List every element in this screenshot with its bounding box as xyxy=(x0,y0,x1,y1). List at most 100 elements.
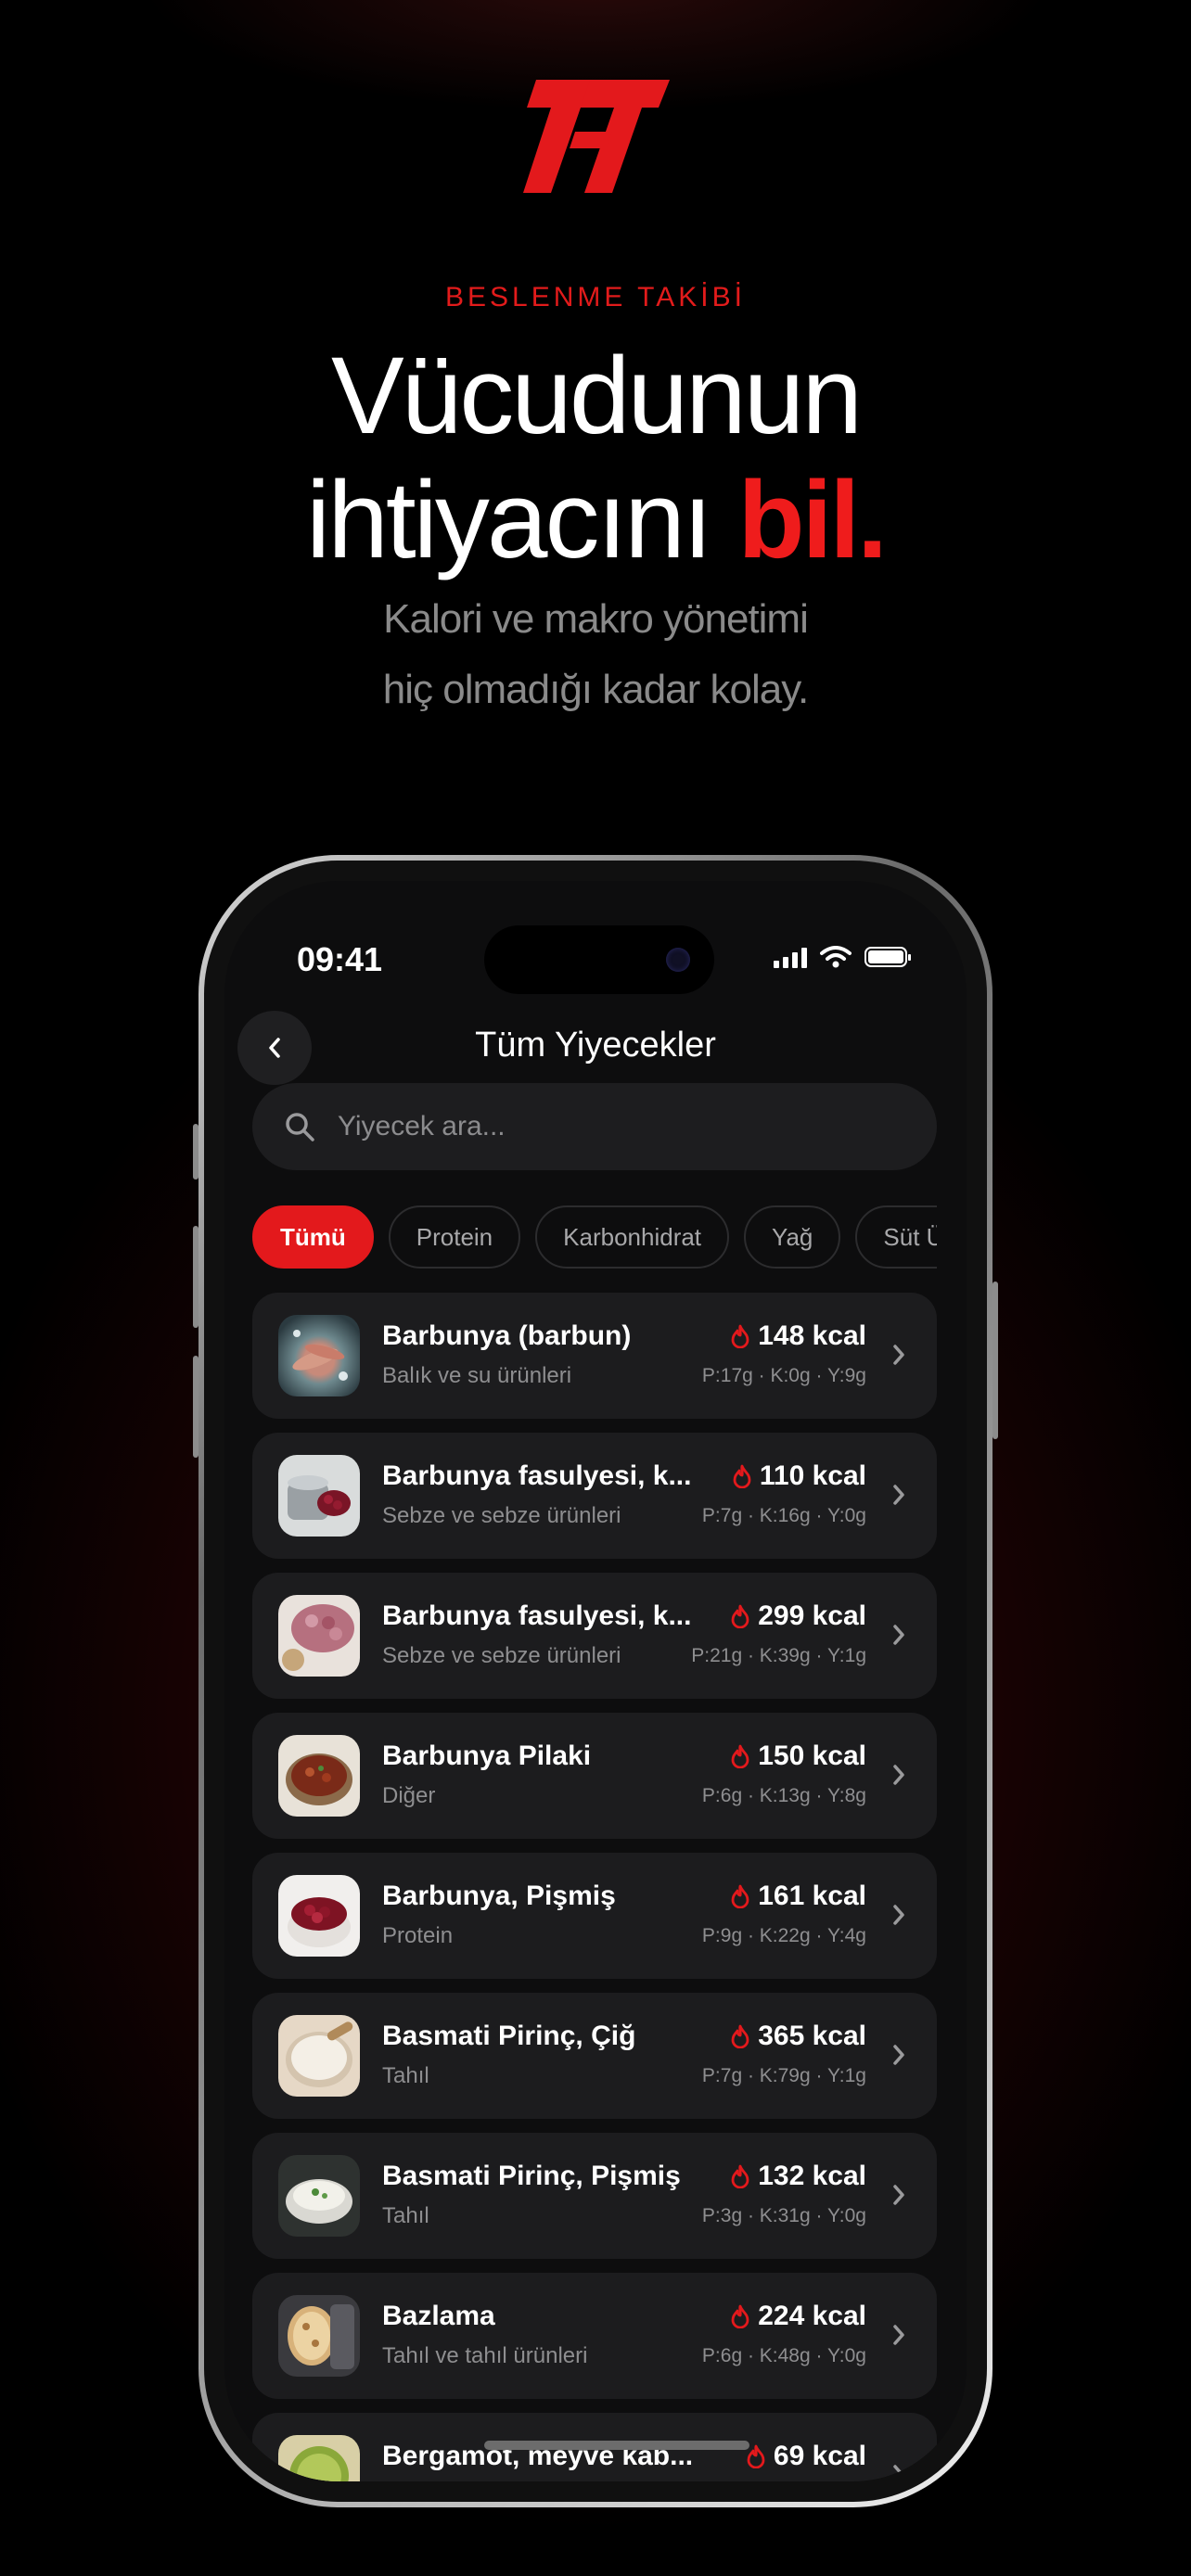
food-kcal: 224 kcal xyxy=(730,2301,866,2332)
chip-yag[interactable]: Yağ xyxy=(744,1205,841,1269)
search-icon xyxy=(286,1113,314,1141)
food-macros: P:17g · K:0g · Y:9g xyxy=(701,1365,866,1386)
food-macros: P:21g · K:39g · Y:1g xyxy=(691,1645,866,1666)
food-thumbnail xyxy=(278,2015,360,2097)
power-button xyxy=(992,1282,998,1439)
chevron-right-icon xyxy=(893,2185,904,2205)
flame-icon xyxy=(731,1604,749,1628)
status-time: 09:41 xyxy=(297,940,383,978)
headline-line-1: Vücudunun xyxy=(330,335,863,457)
food-item-basmati-pismis[interactable]: Basmati Pirinç, Pişmiş Tahıl 132 kcal P:… xyxy=(252,2133,937,2259)
flame-icon xyxy=(731,2024,749,2048)
eyebrow-label: BESLENME TAKİBİ xyxy=(445,282,746,312)
food-name: Basmati Pirinç, Çiğ xyxy=(382,2021,636,2051)
brand-logo-icon xyxy=(523,80,670,193)
food-name: Basmati Pirinç, Pişmiş xyxy=(382,2161,681,2191)
food-item-bazlama[interactable]: Bazlama Tahıl ve tahıl ürünleri 224 kcal… xyxy=(252,2273,937,2399)
status-icons xyxy=(774,946,911,968)
food-category: Protein xyxy=(382,1923,454,1948)
food-name: Barbunya fasulyesi, k... xyxy=(382,1600,692,1631)
subtitle: Kalori ve makro yönetimi hiç olmadığı ka… xyxy=(0,584,1191,725)
food-category: Tahıl ve tahıl ürünleri xyxy=(382,2343,588,2368)
cellular-signal-icon xyxy=(774,946,807,968)
food-kcal: 69 kcal xyxy=(746,2441,866,2472)
food-kcal: 132 kcal xyxy=(730,2161,866,2192)
food-thumbnail xyxy=(278,1595,360,1677)
food-thumbnail xyxy=(278,2295,360,2377)
food-kcal: 110 kcal xyxy=(732,1460,866,1492)
headline-line-2-text: ihtiyacını xyxy=(306,459,738,581)
phone-frame: 09:41 Tüm Yiyecekler Tümü xyxy=(193,855,998,2507)
chevron-right-icon xyxy=(893,1625,904,1645)
chevron-right-icon xyxy=(893,2465,904,2481)
chevron-right-icon xyxy=(893,2045,904,2065)
search-bar[interactable] xyxy=(252,1083,937,1170)
flame-icon xyxy=(731,1744,749,1768)
chip-sut-urunleri[interactable]: Süt Ü xyxy=(855,1205,937,1269)
dynamic-island xyxy=(484,925,714,994)
chevron-right-icon xyxy=(893,1345,904,1365)
food-thumbnail xyxy=(278,1315,360,1396)
food-kcal: 365 kcal xyxy=(730,2021,866,2052)
food-macros: P:7g · K:16g · Y:0g xyxy=(701,1505,866,1526)
food-macros: P:9g · K:22g · Y:4g xyxy=(701,1925,866,1946)
subtitle-line-2: hiç olmadığı kadar kolay. xyxy=(382,667,809,712)
side-button xyxy=(193,1124,198,1180)
volume-down-button xyxy=(193,1356,198,1458)
food-category: Tahıl xyxy=(382,2203,429,2228)
chevron-right-icon xyxy=(893,2325,904,2345)
app-screen: 09:41 Tüm Yiyecekler Tümü xyxy=(224,881,967,2481)
headline-accent: bil. xyxy=(737,459,888,581)
food-name: Barbunya fasulyesi, k... xyxy=(382,1460,692,1491)
food-kcal: 161 kcal xyxy=(730,1881,866,1912)
chip-protein[interactable]: Protein xyxy=(388,1205,521,1269)
volume-up-button xyxy=(193,1226,198,1328)
food-thumbnail xyxy=(278,2435,360,2481)
food-item-barbunya-pismis[interactable]: Barbunya, Pişmiş Protein 161 kcal P:9g ·… xyxy=(252,1853,937,1979)
headline-line-2: ihtiyacını bil. xyxy=(0,458,1191,582)
food-thumbnail xyxy=(278,1735,360,1817)
food-category: Diğer xyxy=(382,1783,436,1808)
flame-icon xyxy=(731,2164,749,2188)
food-kcal: 299 kcal xyxy=(730,1600,866,1632)
home-indicator[interactable] xyxy=(484,2441,749,2450)
hero-section: BESLENME TAKİBİ Vücudunun ihtiyacını bil… xyxy=(0,0,1191,835)
food-category: Tahıl xyxy=(382,2063,429,2088)
headline: Vücudunun ihtiyacını bil. xyxy=(0,334,1191,582)
wifi-icon xyxy=(820,946,852,968)
chevron-right-icon xyxy=(893,1765,904,1785)
search-input[interactable] xyxy=(336,1110,896,1143)
flame-icon xyxy=(731,2304,749,2328)
food-kcal: 150 kcal xyxy=(730,1741,866,1772)
food-thumbnail xyxy=(278,1455,360,1537)
food-category: Sebze ve sebze ürünleri xyxy=(382,1503,621,1528)
food-item-barbunya-pilaki[interactable]: Barbunya Pilaki Diğer 150 kcal P:6g · K:… xyxy=(252,1713,937,1839)
category-filter-chips: Tümü Protein Karbonhidrat Yağ Süt Ü xyxy=(252,1205,937,1269)
chevron-right-icon xyxy=(893,1485,904,1505)
food-name: Barbunya, Pişmiş xyxy=(382,1881,616,1911)
food-macros: P:3g · K:31g · Y:0g xyxy=(701,2205,866,2226)
page-title: Tüm Yiyecekler xyxy=(475,1026,716,1065)
food-item-barbunya-fasulyesi-2[interactable]: Barbunya fasulyesi, k... Sebze ve sebze … xyxy=(252,1573,937,1699)
food-thumbnail xyxy=(278,1875,360,1957)
food-item-basmati-cig[interactable]: Basmati Pirinç, Çiğ Tahıl 365 kcal P:7g … xyxy=(252,1993,937,2119)
food-name: Barbunya (barbun) xyxy=(382,1320,632,1351)
food-category: Balık ve su ürünleri xyxy=(382,1363,572,1388)
subtitle-line-1: Kalori ve makro yönetimi xyxy=(383,596,809,642)
food-category: Sebze ve sebze ürünleri xyxy=(382,1643,621,1668)
food-name: Bazlama xyxy=(382,2301,495,2331)
flame-icon xyxy=(747,2444,765,2468)
food-item-barbunya-balik[interactable]: Barbunya (barbun) Balık ve su ürünleri 1… xyxy=(252,1293,937,1419)
food-name: Barbunya Pilaki xyxy=(382,1741,592,1771)
camera-icon xyxy=(666,948,690,972)
food-item-barbunya-fasulyesi-1[interactable]: Barbunya fasulyesi, k... Sebze ve sebze … xyxy=(252,1433,937,1559)
chevron-right-icon xyxy=(893,1905,904,1925)
chip-karbonhidrat[interactable]: Karbonhidrat xyxy=(535,1205,730,1269)
chip-tumu[interactable]: Tümü xyxy=(252,1205,374,1269)
food-thumbnail xyxy=(278,2155,360,2237)
battery-icon xyxy=(864,947,911,967)
food-macros: P:6g · K:13g · Y:8g xyxy=(701,1785,866,1806)
food-list: Barbunya (barbun) Balık ve su ürünleri 1… xyxy=(252,1293,937,2481)
flame-icon xyxy=(731,1884,749,1908)
food-macros: P:7g · K:79g · Y:1g xyxy=(701,2065,866,2086)
